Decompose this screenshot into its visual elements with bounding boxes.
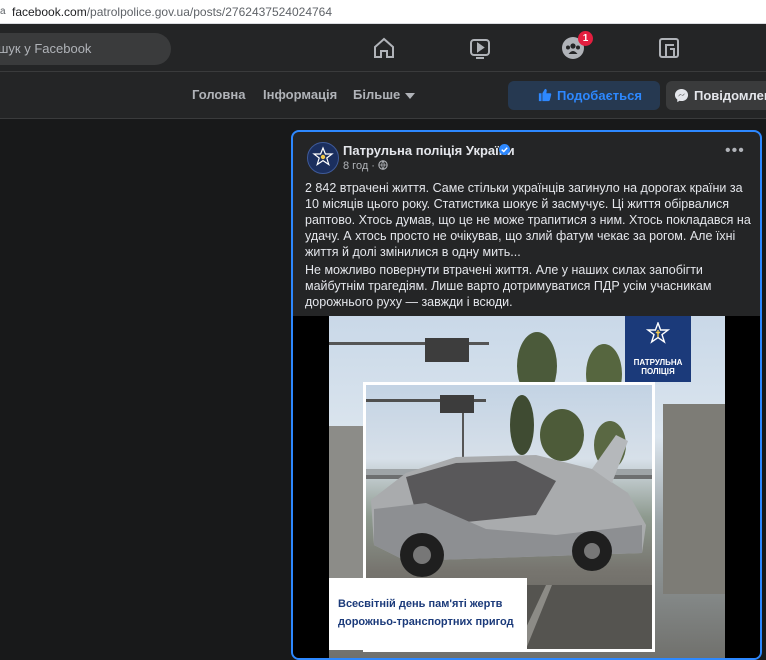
like-icon: [538, 88, 552, 102]
facebook-top-bar: шук у Facebook 1: [0, 24, 766, 72]
police-logo: ПАТРУЛЬНА ПОЛІЦІЯ: [625, 316, 691, 382]
caret-down-icon: [405, 92, 416, 99]
search-input[interactable]: шук у Facebook: [0, 33, 171, 65]
url-host: facebook.com: [12, 5, 87, 19]
post-image[interactable]: ПАТРУЛЬНА ПОЛІЦІЯ Всесвітній день пам'ят…: [293, 316, 760, 658]
tab-info[interactable]: Інформація: [263, 87, 337, 102]
page-tabs-bar: Головна Інформація Більше Подобається По…: [0, 72, 766, 119]
url-text[interactable]: facebook.com/patrolpolice.gov.ua/posts/2…: [12, 5, 332, 19]
caption-line-1: Всесвітній день пам'яті жертв: [338, 598, 503, 610]
like-page-button[interactable]: Подобається: [508, 81, 660, 110]
globe-icon: [378, 160, 388, 170]
post-paragraph-1: 2 842 втрачені життя. Саме стільки украї…: [305, 181, 751, 259]
post-card: Патрульна поліція України 8 год · ••• 2 …: [291, 130, 762, 660]
message-button[interactable]: Повідомлення: [666, 81, 766, 110]
url-path: /patrolpolice.gov.ua/posts/2762437524024…: [86, 5, 333, 19]
post-time[interactable]: 8 год: [343, 160, 368, 172]
like-button-label: Подобається: [557, 88, 642, 103]
notification-badge: 1: [578, 31, 593, 46]
tab-home[interactable]: Головна: [192, 87, 245, 102]
police-star-icon: [646, 322, 670, 344]
logo-text-line2: ПОЛІЦІЯ: [641, 367, 675, 376]
page-name-link[interactable]: Патрульна поліція України: [343, 143, 515, 158]
message-button-label: Повідомлення: [694, 88, 766, 103]
avatar[interactable]: [307, 142, 339, 174]
post-paragraph-2: Не можливо повернути втрачені життя. Але…: [305, 263, 712, 309]
lock-icon: a: [0, 6, 6, 17]
more-options-icon[interactable]: •••: [725, 142, 745, 160]
meta-separator: ·: [368, 160, 379, 172]
logo-text-line1: ПАТРУЛЬНА: [633, 358, 683, 367]
tab-more-label: Більше: [353, 87, 401, 102]
crash-photo-background: ПАТРУЛЬНА ПОЛІЦІЯ Всесвітній день пам'ят…: [329, 316, 725, 658]
home-icon[interactable]: [372, 36, 396, 60]
caption-line-2: дорожньо-транспортних пригод: [338, 616, 514, 628]
gaming-icon[interactable]: [657, 36, 681, 60]
browser-url-bar[interactable]: a facebook.com/patrolpolice.gov.ua/posts…: [0, 0, 766, 24]
watch-icon[interactable]: [468, 36, 492, 60]
police-star-icon: [312, 146, 334, 166]
verified-icon: [499, 144, 510, 155]
tab-more[interactable]: Більше: [353, 87, 416, 102]
image-caption-box: Всесвітній день пам'яті жертв дорожньо-т…: [329, 578, 527, 650]
search-placeholder: шук у Facebook: [0, 41, 92, 56]
messenger-icon: [674, 88, 689, 103]
post-meta: 8 год ·: [343, 160, 388, 172]
